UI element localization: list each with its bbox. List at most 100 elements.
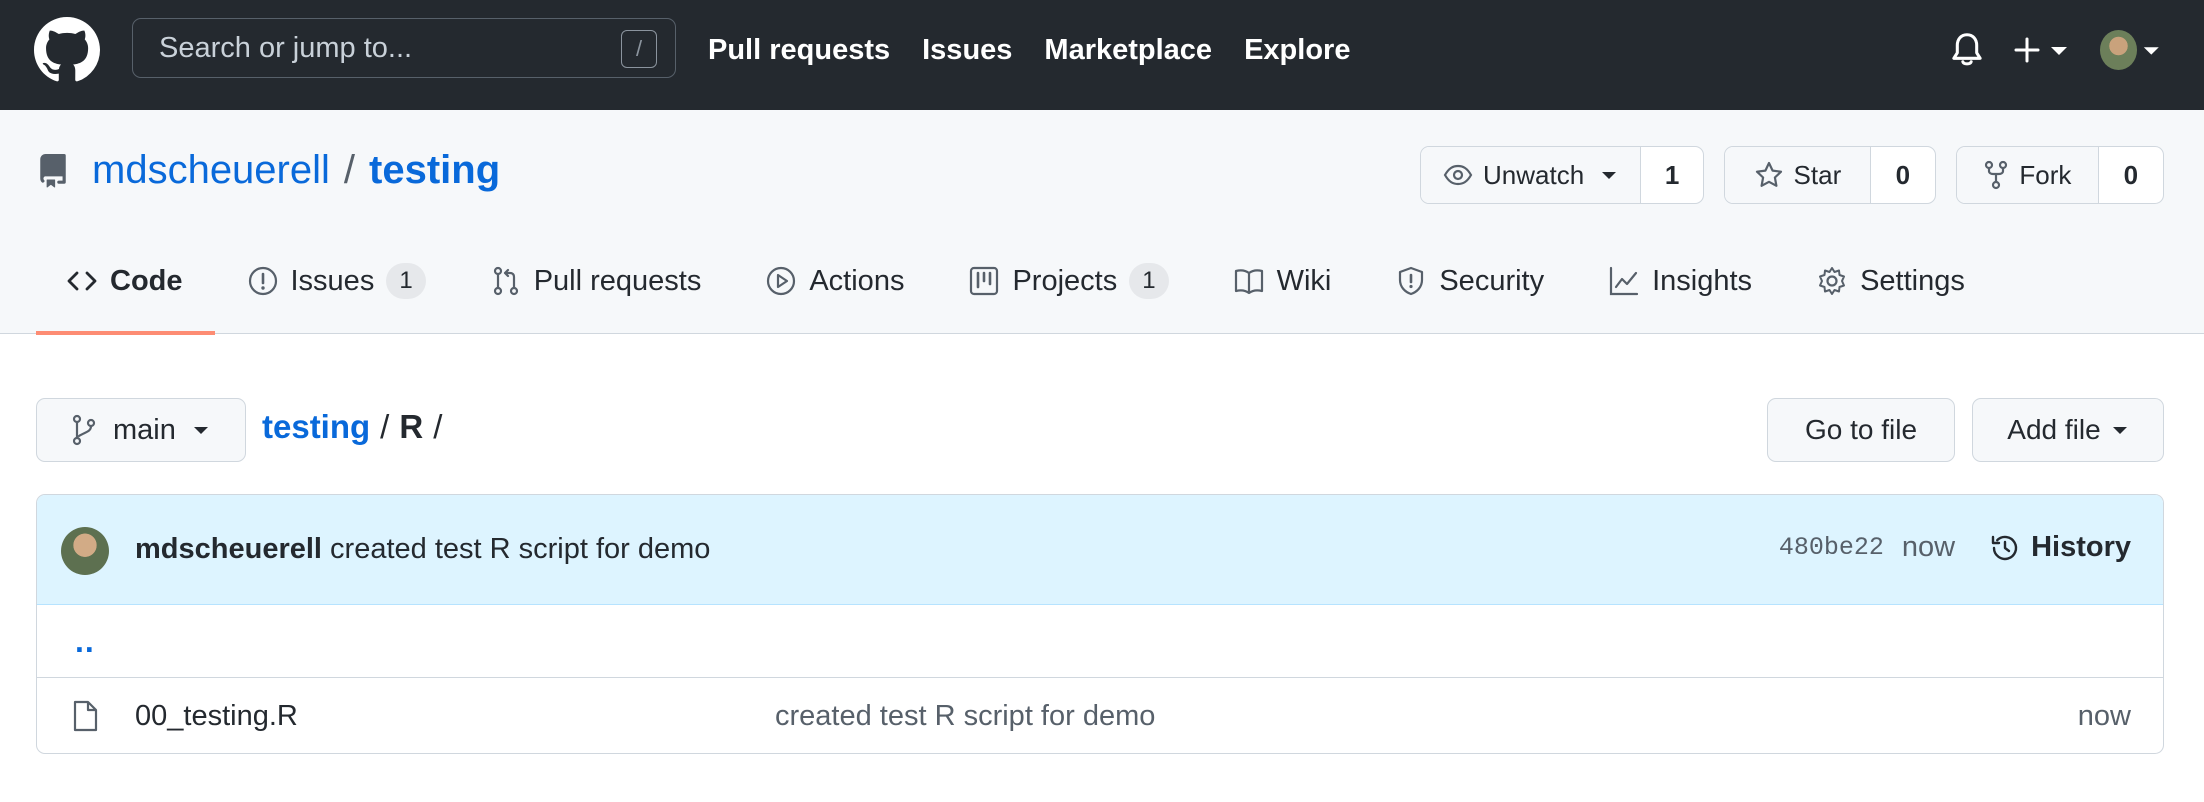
add-file-label: Add file xyxy=(2007,414,2101,445)
breadcrumb: testing / R / xyxy=(262,408,442,446)
breadcrumb-root-link[interactable]: testing xyxy=(262,408,370,446)
search-placeholder: Search or jump to... xyxy=(159,31,413,64)
parent-directory-row[interactable]: .. xyxy=(37,605,2163,678)
nav-marketplace[interactable]: Marketplace xyxy=(1044,34,1212,67)
file-commit-age: now xyxy=(2077,700,2131,732)
tab-pull-requests-label: Pull requests xyxy=(533,264,702,297)
search-shortcut-key: / xyxy=(621,30,657,68)
pull-request-icon xyxy=(493,266,518,296)
tab-actions[interactable]: Actions xyxy=(733,228,936,334)
fork-button-group: Fork 0 xyxy=(1956,146,2164,204)
code-icon xyxy=(67,271,97,291)
repo-path-separator: / xyxy=(343,148,356,192)
tab-issues-label: Issues xyxy=(290,264,375,297)
tab-wiki[interactable]: Wiki xyxy=(1201,228,1364,334)
tab-code[interactable]: Code xyxy=(36,228,215,335)
star-button-group: Star 0 xyxy=(1724,146,1936,204)
caret-down-icon xyxy=(2144,47,2160,55)
parent-directory-link[interactable]: .. xyxy=(75,623,95,660)
breadcrumb-current-dir: R xyxy=(399,408,424,445)
repo-name-link[interactable]: testing xyxy=(369,148,500,193)
tab-insights[interactable]: Insights xyxy=(1576,228,1784,334)
repo-title: mdscheuerell / testing xyxy=(36,148,500,193)
file-commit-message-link[interactable]: created test R script for demo xyxy=(775,700,1155,733)
latest-commit-bar: mdscheuerell created test R script for d… xyxy=(37,495,2163,605)
branch-name: main xyxy=(113,413,176,446)
avatar xyxy=(2100,30,2138,70)
github-logo-icon[interactable] xyxy=(34,17,100,83)
repo-icon xyxy=(40,153,66,187)
commit-author-link[interactable]: mdscheuerell xyxy=(135,533,322,565)
tab-code-label: Code xyxy=(110,264,183,297)
star-icon xyxy=(1755,161,1782,187)
create-new-menu[interactable] xyxy=(2012,30,2076,70)
global-nav: Pull requests Issues Marketplace Explore xyxy=(708,0,1350,100)
tab-actions-label: Actions xyxy=(809,264,905,297)
projects-counter: 1 xyxy=(1129,263,1169,299)
tab-pull-requests[interactable]: Pull requests xyxy=(458,228,734,334)
watch-button-group: Unwatch 1 xyxy=(1420,146,1704,204)
fork-button[interactable]: Fork xyxy=(1957,147,2098,203)
eye-icon xyxy=(1443,164,1473,186)
tab-projects[interactable]: Projects 1 xyxy=(936,228,1200,334)
avatar[interactable] xyxy=(61,527,109,575)
search-input[interactable]: Search or jump to... / xyxy=(132,18,676,78)
issue-icon xyxy=(248,266,277,296)
file-listing: mdscheuerell created test R script for d… xyxy=(36,494,2164,754)
tab-security-label: Security xyxy=(1439,264,1545,297)
shield-icon xyxy=(1399,266,1424,296)
gear-icon xyxy=(1819,267,1846,295)
bell-icon[interactable] xyxy=(1950,32,1984,68)
caret-down-icon xyxy=(193,427,208,434)
file-name-link[interactable]: 00_testing.R xyxy=(135,700,298,733)
go-to-file-button[interactable]: Go to file xyxy=(1767,398,1955,462)
star-label: Star xyxy=(1793,159,1842,190)
fork-label: Fork xyxy=(2019,159,2072,190)
caret-down-icon xyxy=(1602,172,1617,179)
add-file-button[interactable]: Add file xyxy=(1972,398,2164,462)
commit-message: mdscheuerell created test R script for d… xyxy=(135,533,710,566)
tab-issues[interactable]: Issues 1 xyxy=(215,228,458,334)
table-row[interactable]: 00_testing.R created test R script for d… xyxy=(37,678,2163,753)
global-header: Search or jump to... / Pull requests Iss… xyxy=(0,0,2204,110)
user-menu[interactable] xyxy=(2100,28,2162,72)
nav-issues[interactable]: Issues xyxy=(922,34,1012,67)
star-button[interactable]: Star xyxy=(1725,147,1870,203)
play-icon xyxy=(767,266,796,296)
plus-icon xyxy=(2014,37,2040,63)
caret-down-icon xyxy=(2051,47,2067,55)
tab-settings-label: Settings xyxy=(1860,264,1965,297)
tab-wiki-label: Wiki xyxy=(1276,264,1332,297)
forks-count[interactable]: 0 xyxy=(2097,147,2163,203)
commit-message-link[interactable]: created test R script for demo xyxy=(330,533,710,565)
history-link[interactable]: History xyxy=(1989,531,2131,564)
tab-projects-label: Projects xyxy=(1012,264,1118,297)
history-icon xyxy=(1991,535,2018,560)
watchers-count[interactable]: 1 xyxy=(1640,147,1703,203)
repo-tabs: Code Issues 1 Pull requests Actions Proj… xyxy=(36,228,1997,335)
breadcrumb-trailing-separator: / xyxy=(433,408,443,445)
repo-owner-link[interactable]: mdscheuerell xyxy=(92,148,330,193)
tab-insights-label: Insights xyxy=(1652,264,1753,297)
git-branch-icon xyxy=(72,414,96,446)
tab-security[interactable]: Security xyxy=(1363,228,1576,334)
fork-icon xyxy=(1985,160,2008,190)
nav-pull-requests[interactable]: Pull requests xyxy=(708,34,890,67)
nav-explore[interactable]: Explore xyxy=(1244,34,1350,67)
stargazers-count[interactable]: 0 xyxy=(1869,147,1935,203)
commit-meta: 480be22 now History xyxy=(1779,531,2131,564)
caret-down-icon xyxy=(2112,427,2127,434)
tab-settings[interactable]: Settings xyxy=(1784,228,1997,334)
file-icon xyxy=(73,700,98,732)
unwatch-button[interactable]: Unwatch xyxy=(1421,147,1641,203)
graph-icon xyxy=(1610,266,1639,296)
commit-sha-link[interactable]: 480be22 xyxy=(1779,533,1884,562)
breadcrumb-separator: / xyxy=(380,408,390,445)
history-label: History xyxy=(2031,531,2131,563)
repo-header: mdscheuerell / testing Unwatch 1 Star 0 xyxy=(0,110,2204,335)
branch-select-button[interactable]: main xyxy=(36,398,246,462)
project-icon xyxy=(970,266,999,296)
book-icon xyxy=(1234,269,1263,295)
unwatch-label: Unwatch xyxy=(1483,159,1585,190)
issues-counter: 1 xyxy=(386,263,426,299)
